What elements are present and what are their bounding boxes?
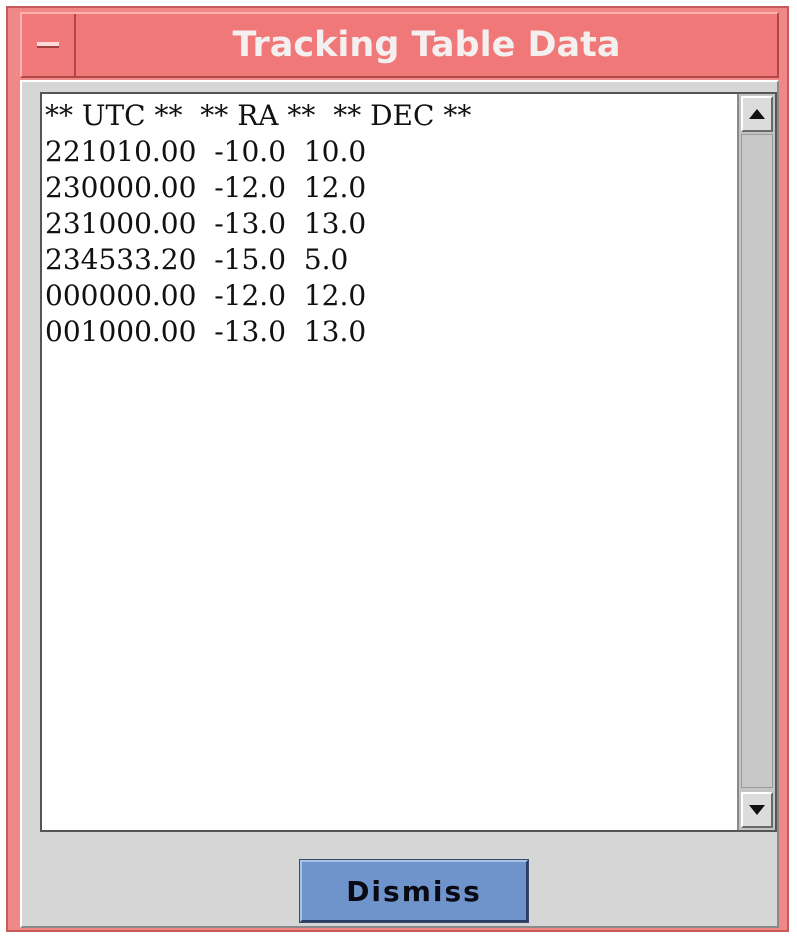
header-line: ** UTC ** ** RA ** ** DEC **	[45, 99, 472, 132]
scroll-up-button[interactable]	[741, 96, 773, 132]
dialog-body: ** UTC ** ** RA ** ** DEC ** 221010.00 -…	[20, 80, 779, 928]
window-menu-button[interactable]	[22, 14, 76, 76]
title-bar[interactable]: Tracking Table Data	[20, 12, 779, 78]
data-line: 231000.00 -13.0 13.0	[45, 207, 367, 240]
scrollbar-track[interactable]	[741, 134, 773, 788]
window-title: Tracking Table Data	[232, 25, 621, 65]
scroll-down-button[interactable]	[741, 792, 773, 828]
data-line: 001000.00 -13.0 13.0	[45, 315, 367, 348]
tracking-data-text-area[interactable]: ** UTC ** ** RA ** ** DEC ** 221010.00 -…	[40, 92, 777, 832]
scroll-down-arrow-icon	[749, 805, 765, 815]
scroll-up-arrow-icon	[749, 109, 765, 119]
data-line: 000000.00 -12.0 12.0	[45, 279, 367, 312]
tracking-data-content[interactable]: ** UTC ** ** RA ** ** DEC ** 221010.00 -…	[42, 94, 736, 830]
data-line: 230000.00 -12.0 12.0	[45, 171, 367, 204]
data-line: 234533.20 -15.0 5.0	[45, 243, 349, 276]
window-menu-icon	[37, 42, 59, 48]
dismiss-button[interactable]: Dismiss	[299, 859, 529, 923]
tracking-table-window: Tracking Table Data ** UTC ** ** RA ** *…	[6, 6, 789, 932]
vertical-scrollbar[interactable]	[737, 94, 775, 830]
data-line: 221010.00 -10.0 10.0	[45, 135, 367, 168]
